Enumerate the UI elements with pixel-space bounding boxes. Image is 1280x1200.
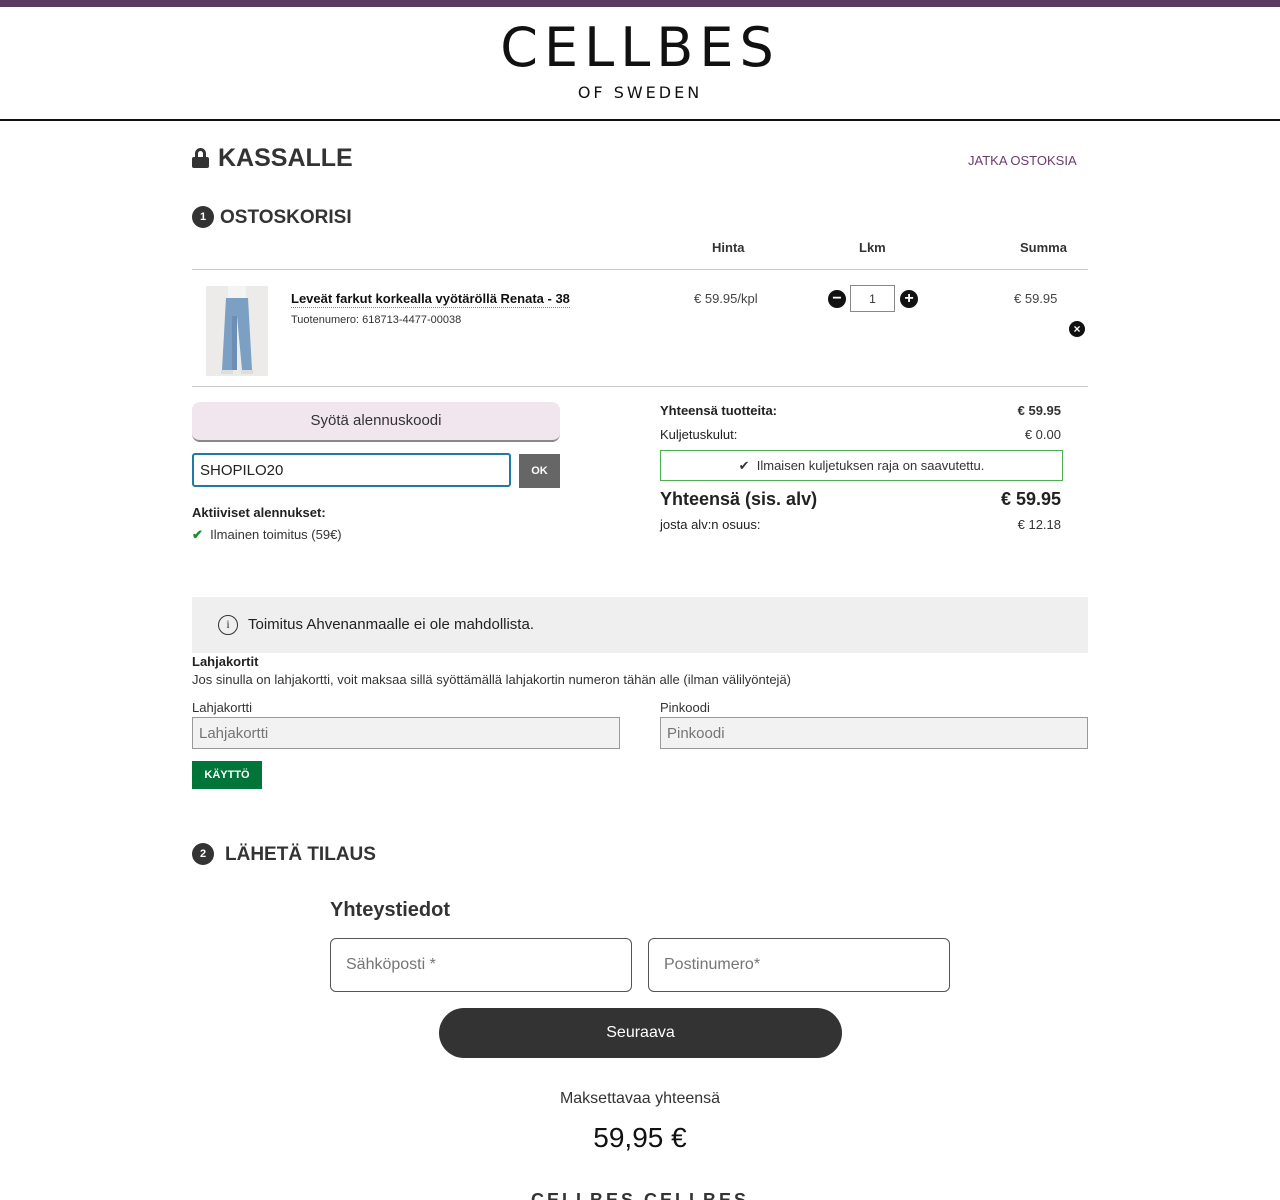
grand-total-value: € 59.95 bbox=[1000, 489, 1061, 509]
step-1-badge: 1 bbox=[192, 206, 214, 228]
decrease-qty-button[interactable]: − bbox=[828, 290, 846, 308]
jeans-icon bbox=[206, 286, 268, 376]
payable-label: Maksettavaa yhteensä bbox=[559, 1090, 721, 1107]
email-field[interactable] bbox=[330, 938, 632, 992]
col-qty-header: Lkm bbox=[859, 240, 886, 255]
active-discounts-title: Aktiiviset alennukset: bbox=[192, 505, 326, 520]
col-price-header: Hinta bbox=[712, 240, 745, 255]
apply-discount-button[interactable]: OK bbox=[519, 454, 560, 488]
shipping-label: Kuljetuskulut: bbox=[660, 427, 738, 442]
delivery-notice-text: Toimitus Ahvenanmaalle ei ole mahdollist… bbox=[248, 616, 534, 633]
shipping-value: € 0.00 bbox=[1024, 427, 1061, 442]
product-sku: Tuotenumero: 618713-4477-00038 bbox=[291, 314, 462, 326]
free-shipping-notice: ✔ Ilmaisen kuljetuksen raja on saavutett… bbox=[660, 450, 1063, 481]
cart-title: OSTOSKORISI bbox=[220, 207, 352, 228]
pin-label: Pinkoodi bbox=[660, 700, 710, 715]
products-total-label: Yhteensä tuotteita: bbox=[660, 403, 778, 418]
divider bbox=[192, 386, 1088, 387]
col-total-header: Summa bbox=[1020, 240, 1067, 255]
brand-logo[interactable]: CELLBES bbox=[0, 21, 1280, 75]
contact-title: Yhteystiedot bbox=[330, 899, 451, 921]
vat-value: € 12.18 bbox=[1017, 517, 1061, 532]
products-total-value: € 59.95 bbox=[1017, 403, 1061, 418]
remove-item-icon[interactable]: × bbox=[1069, 321, 1085, 337]
check-icon: ✔ bbox=[738, 458, 750, 473]
discount-code-toggle[interactable]: Syötä alennuskoodi bbox=[192, 402, 560, 442]
giftcard-input[interactable] bbox=[192, 717, 620, 749]
use-giftcard-button[interactable]: KÄYTTÖ bbox=[192, 761, 262, 789]
top-accent-bar bbox=[0, 0, 1280, 7]
giftcard-title: Lahjakortit bbox=[192, 654, 259, 669]
giftcard-description: Jos sinulla on lahjakortti, voit maksaa … bbox=[192, 672, 792, 687]
increase-qty-button[interactable]: + bbox=[900, 290, 918, 308]
discount-code-input[interactable] bbox=[192, 453, 511, 487]
page-title: KASSALLE bbox=[218, 144, 353, 172]
brand-logo-sub: OF SWEDEN bbox=[577, 83, 703, 102]
payable-total: 59,95 € bbox=[593, 1122, 687, 1153]
footer-logos: CELLBES CELLBES bbox=[530, 1190, 749, 1200]
lock-icon bbox=[192, 148, 209, 168]
check-icon: ✔ bbox=[192, 527, 203, 542]
product-name-link[interactable]: Leveät farkut korkealla vyötäröllä Renat… bbox=[291, 291, 570, 308]
product-image[interactable] bbox=[206, 286, 268, 376]
info-icon: i bbox=[218, 615, 238, 635]
quantity-input[interactable] bbox=[850, 285, 895, 312]
active-discount-label: Ilmainen toimitus (59€) bbox=[210, 527, 342, 542]
free-shipping-text: Ilmaisen kuljetuksen raja on saavutettu. bbox=[756, 458, 985, 473]
next-button[interactable]: Seuraava bbox=[439, 1008, 842, 1058]
vat-label: josta alv:n osuus: bbox=[660, 517, 761, 532]
active-discount-item: ✔ Ilmainen toimitus (59€) bbox=[192, 527, 342, 543]
grand-total-label: Yhteensä (sis. alv) bbox=[660, 489, 818, 509]
pin-input[interactable] bbox=[660, 717, 1088, 749]
order-title: LÄHETÄ TILAUS bbox=[225, 844, 376, 865]
line-total: € 59.95 bbox=[1014, 291, 1058, 306]
zip-field[interactable] bbox=[648, 938, 950, 992]
site-header: CELLBES OF SWEDEN bbox=[0, 7, 1280, 121]
continue-shopping-link[interactable]: JATKA OSTOKSIA bbox=[968, 153, 1077, 168]
unit-price: € 59.95/kpl bbox=[694, 291, 758, 306]
divider bbox=[192, 269, 1088, 270]
step-2-badge: 2 bbox=[192, 843, 214, 865]
giftcard-label: Lahjakortti bbox=[192, 700, 252, 715]
